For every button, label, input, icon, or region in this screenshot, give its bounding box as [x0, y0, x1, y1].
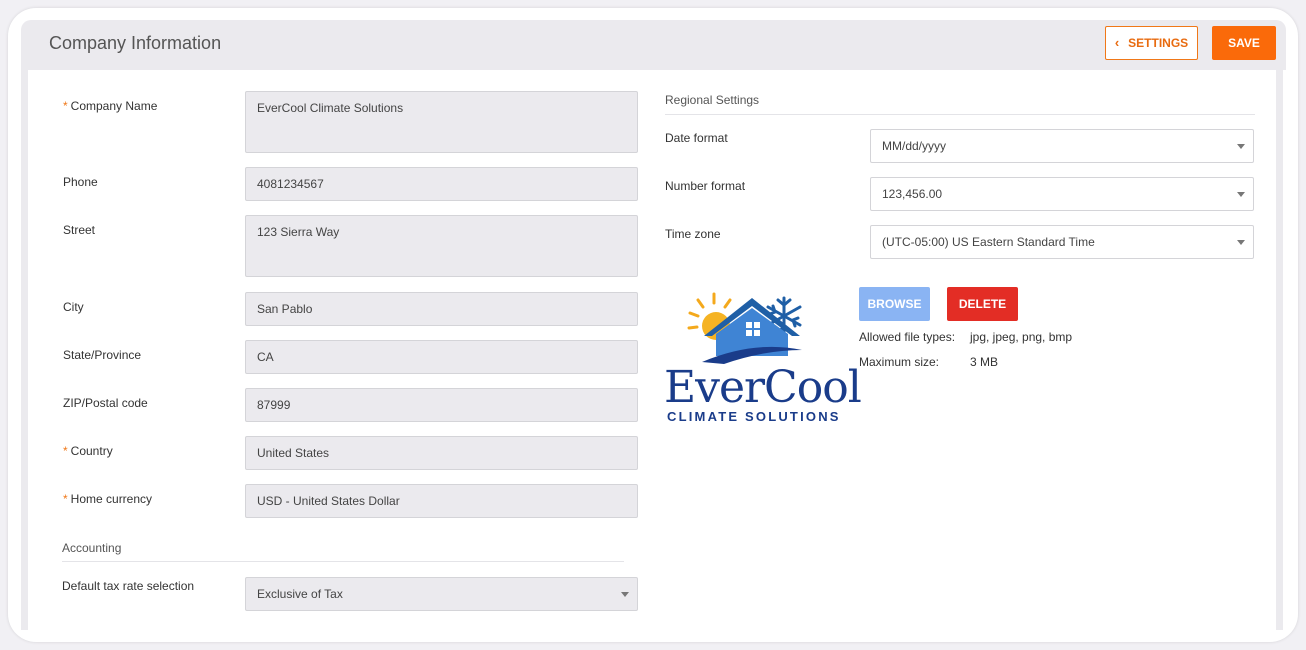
right-gutter	[1276, 70, 1283, 630]
phone-label: Phone	[63, 175, 98, 189]
number-format-value: 123,456.00	[882, 187, 943, 201]
zip-label: ZIP/Postal code	[63, 396, 148, 410]
max-size-label: Maximum size:	[859, 355, 940, 369]
date-format-select[interactable]: MM/dd/yyyy	[870, 129, 1254, 163]
page-header: Company Information ‹ SETTINGS SAVE	[21, 20, 1286, 70]
tax-rate-select[interactable]: Exclusive of Tax	[245, 577, 638, 611]
settings-button-label: SETTINGS	[1128, 36, 1189, 50]
number-format-select[interactable]: 123,456.00	[870, 177, 1254, 211]
chevron-left-icon: ‹	[1114, 35, 1120, 50]
company-name-field[interactable]: EverCool Climate Solutions	[245, 91, 638, 153]
page-title: Company Information	[49, 33, 222, 53]
tax-rate-value: Exclusive of Tax	[257, 587, 343, 601]
city-field[interactable]: San Pablo	[245, 292, 638, 326]
save-button[interactable]: SAVE	[1212, 26, 1276, 60]
country-field[interactable]: United States	[245, 436, 638, 470]
accounting-divider	[62, 561, 624, 562]
allowed-types-value: jpg, jpeg, png, bmp	[970, 330, 1073, 344]
settings-button[interactable]: ‹ SETTINGS	[1105, 26, 1198, 60]
logo-tagline: CLIMATE SOLUTIONS	[667, 409, 841, 424]
phone-field[interactable]: 4081234567	[245, 167, 638, 201]
time-zone-label: Time zone	[665, 227, 721, 241]
country-label: * Country	[63, 444, 113, 458]
tax-rate-label: Default tax rate selection	[62, 579, 195, 593]
delete-button[interactable]: DELETE	[947, 287, 1018, 321]
date-format-value: MM/dd/yyyy	[882, 139, 947, 153]
time-zone-value: (UTC-05:00) US Eastern Standard Time	[882, 235, 1095, 249]
caret-down-icon	[621, 592, 629, 597]
caret-down-icon	[1237, 240, 1245, 245]
home-currency-field[interactable]: USD - United States Dollar	[245, 484, 638, 518]
logo-graphic	[687, 292, 802, 364]
home-currency-label: * Home currency	[63, 492, 153, 506]
browse-button[interactable]: BROWSE	[859, 287, 930, 321]
max-size-value: 3 MB	[970, 355, 999, 369]
state-field[interactable]: CA	[245, 340, 638, 374]
regional-section-title: Regional Settings	[665, 93, 760, 107]
allowed-types-label: Allowed file types:	[859, 330, 956, 344]
city-label: City	[63, 300, 84, 314]
company-logo: EverCool CLIMATE SOLUTIONS	[664, 290, 862, 426]
left-gutter	[21, 70, 28, 630]
state-label: State/Province	[63, 348, 142, 362]
accounting-section-title: Accounting	[62, 541, 122, 555]
zip-field[interactable]: 87999	[245, 388, 638, 422]
regional-divider	[665, 114, 1255, 115]
logo-wordmark: EverCool	[664, 362, 862, 413]
street-label: Street	[63, 223, 96, 237]
caret-down-icon	[1237, 144, 1245, 149]
street-field[interactable]: 123 Sierra Way	[245, 215, 638, 277]
company-name-label: * Company Name	[63, 99, 158, 113]
number-format-label: Number format	[665, 179, 746, 193]
date-format-label: Date format	[665, 131, 728, 145]
caret-down-icon	[1237, 192, 1245, 197]
time-zone-select[interactable]: (UTC-05:00) US Eastern Standard Time	[870, 225, 1254, 259]
